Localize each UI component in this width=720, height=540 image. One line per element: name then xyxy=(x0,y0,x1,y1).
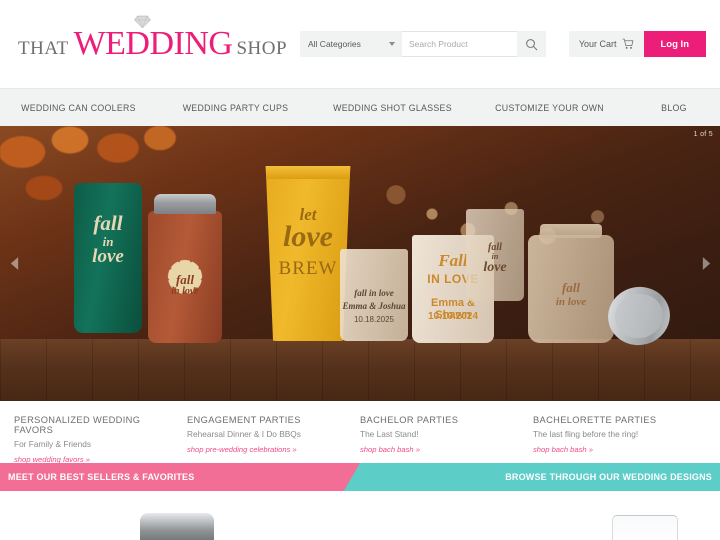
carousel-slide-counter: 1 of 5 xyxy=(693,131,713,138)
shot-b-line4: 10.10.2024 xyxy=(427,311,479,322)
product-green-can-cooler[interactable]: fall in love xyxy=(74,183,142,333)
shot-a-line1: fall in love xyxy=(354,288,394,298)
promo-link[interactable]: shop bach bash » xyxy=(533,445,696,454)
shot-c-line3: love xyxy=(483,260,507,275)
promo-link[interactable]: shop pre-wedding celebrations » xyxy=(187,445,350,454)
logo-text-wedding: WEDDING xyxy=(73,25,233,62)
site-header: THAT WEDDING SHOP All Categories Your Ca… xyxy=(0,0,720,88)
carousel-next-button[interactable] xyxy=(697,251,715,277)
promo-subtitle: Rehearsal Dinner & I Do BBQs xyxy=(187,429,301,439)
cart-button[interactable]: Your Cart xyxy=(568,31,644,57)
promo-subtitle: For Family & Friends xyxy=(14,439,91,449)
product-strip-preview xyxy=(0,491,720,540)
chevron-left-icon xyxy=(10,257,18,270)
maple-leaf-graphic xyxy=(158,249,212,302)
diamond-icon xyxy=(134,15,151,29)
promo-bachelorette-parties: BACHELORETTE PARTIES The last fling befo… xyxy=(533,415,706,463)
promo-engagement-parties: ENGAGEMENT PARTIES Rehearsal Dinner & I … xyxy=(187,415,360,463)
logo-text-shop: SHOP xyxy=(236,38,288,59)
promo-link[interactable]: shop bach bash » xyxy=(360,445,523,454)
promo-subtitle: The last fling before the ring! xyxy=(533,429,639,439)
header-actions: Your Cart Log In xyxy=(568,31,706,57)
green-cooler-line1: fall xyxy=(93,211,123,235)
promo-bachelor-parties: BACHELOR PARTIES The Last Stand! shop ba… xyxy=(360,415,533,463)
category-select[interactable]: All Categories xyxy=(300,31,402,57)
cup-rim xyxy=(265,166,351,179)
shot-c-line2: in xyxy=(491,252,499,261)
product-mason-jar[interactable]: fall in love xyxy=(528,224,614,343)
category-select-value: All Categories xyxy=(308,39,361,49)
yellow-cup-line1: let xyxy=(299,205,317,224)
banner-best-sellers-label[interactable]: MEET OUR BEST SELLERS & FAVORITES xyxy=(0,472,194,482)
nav-item-wedding-party-cups[interactable]: WEDDING PARTY CUPS xyxy=(157,103,314,113)
promo-title: BACHELOR PARTIES xyxy=(360,415,459,425)
shot-c-line1: fall xyxy=(488,242,502,253)
nav-item-customize-your-own[interactable]: CUSTOMIZE YOUR OWN xyxy=(471,103,628,113)
shot-a-line3: 10.18.2025 xyxy=(353,315,395,324)
login-button[interactable]: Log In xyxy=(643,31,706,57)
main-navigation: WEDDING CAN COOLERS WEDDING PARTY CUPS W… xyxy=(0,88,720,126)
split-banner: MEET OUR BEST SELLERS & FAVORITES BROWSE… xyxy=(0,463,720,491)
nav-item-wedding-can-coolers[interactable]: WEDDING CAN COOLERS xyxy=(0,103,157,113)
cart-label: Your Cart xyxy=(578,39,617,49)
shot-a-line2: Emma & Joshua xyxy=(342,301,406,311)
jar-neck xyxy=(540,224,602,238)
promo-title: BACHELORETTE PARTIES xyxy=(533,415,657,425)
site-logo[interactable]: THAT WEDDING SHOP xyxy=(14,15,287,62)
hero-carousel: fall in love fall in love let love BREW … xyxy=(0,126,720,401)
product-shot-glass-string-lights[interactable]: fall in love xyxy=(466,209,524,301)
logo-text-that: THAT xyxy=(18,38,69,59)
preview-glass[interactable] xyxy=(612,515,678,540)
promo-title: ENGAGEMENT PARTIES xyxy=(187,415,301,425)
carousel-prev-button[interactable] xyxy=(5,251,23,277)
promo-personalized-wedding-favors: PERSONALIZED WEDDING FAVORS For Family &… xyxy=(14,415,187,464)
yellow-cup-line2: love xyxy=(283,220,333,253)
chevron-right-icon xyxy=(702,257,710,270)
green-cooler-line3: love xyxy=(92,246,124,267)
jar-line2: in love xyxy=(555,296,587,308)
banner-wedding-designs-label[interactable]: BROWSE THROUGH OUR WEDDING DESIGNS xyxy=(505,472,720,482)
magnifier-icon xyxy=(526,38,538,50)
aluminum-can-top xyxy=(154,194,216,214)
nav-item-wedding-shot-glasses[interactable]: WEDDING SHOT GLASSES xyxy=(314,103,471,113)
search-input[interactable] xyxy=(402,31,517,57)
nav-item-blog[interactable]: BLOG xyxy=(628,103,720,113)
preview-can-cooler[interactable] xyxy=(140,513,214,540)
search-button[interactable] xyxy=(517,31,546,57)
promo-subtitle: The Last Stand! xyxy=(360,429,419,439)
shopping-cart-icon xyxy=(622,38,633,49)
chevron-down-icon xyxy=(389,42,395,46)
promo-categories: PERSONALIZED WEDDING FAVORS For Family &… xyxy=(0,401,720,464)
wood-table-surface xyxy=(0,339,720,401)
jar-line1: fall xyxy=(561,280,581,295)
green-cooler-line2: in xyxy=(102,234,114,249)
search-bar: All Categories xyxy=(300,31,546,57)
product-shot-glass-tree[interactable]: fall in love Emma & Joshua 10.18.2025 xyxy=(340,249,408,341)
promo-title: PERSONALIZED WEDDING FAVORS xyxy=(14,415,141,435)
product-rust-can-cooler[interactable]: fall in love xyxy=(148,194,222,343)
